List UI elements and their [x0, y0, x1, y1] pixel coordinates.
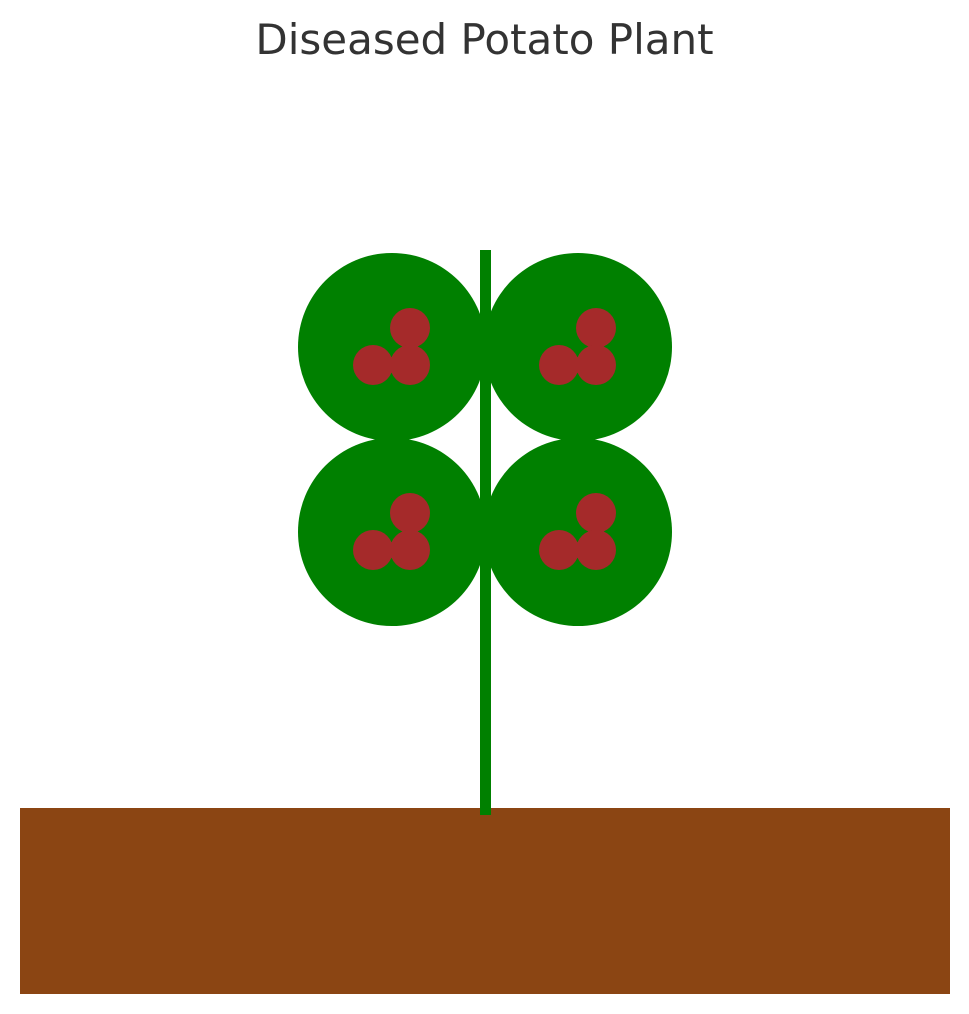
- disease-spot: [576, 530, 616, 570]
- leaf: [298, 438, 486, 626]
- leaf: [484, 438, 672, 626]
- leaf: [484, 253, 672, 441]
- disease-spot: [539, 345, 579, 385]
- disease-spot: [353, 530, 393, 570]
- disease-spot: [576, 493, 616, 533]
- soil: [20, 808, 950, 994]
- disease-spot: [353, 345, 393, 385]
- disease-spot: [390, 530, 430, 570]
- leaf: [298, 253, 486, 441]
- disease-spot: [576, 308, 616, 348]
- disease-spot: [390, 345, 430, 385]
- disease-spot: [390, 493, 430, 533]
- plant-illustration: [20, 250, 950, 994]
- disease-spot: [390, 308, 430, 348]
- disease-spot: [539, 530, 579, 570]
- disease-spot: [576, 345, 616, 385]
